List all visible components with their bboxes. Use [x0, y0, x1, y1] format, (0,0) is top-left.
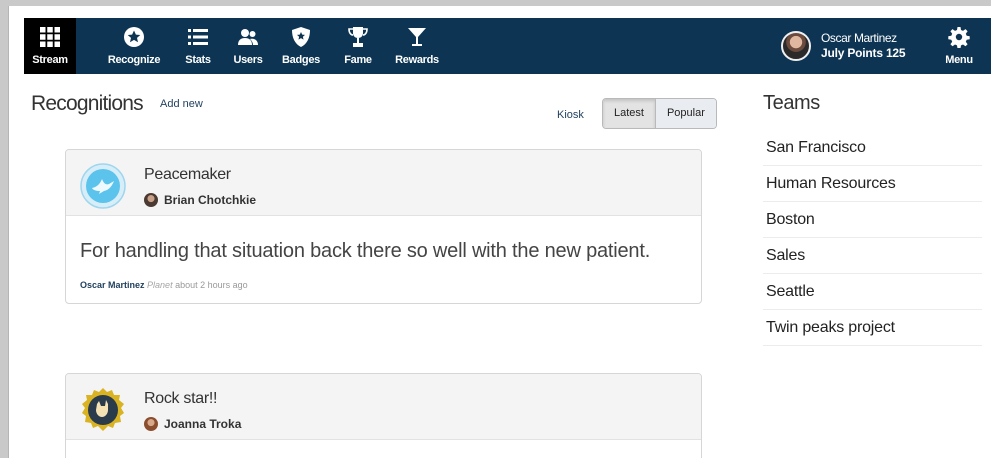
avatar: [144, 417, 158, 431]
nav-label: Recognize: [107, 54, 161, 66]
list-icon: [188, 29, 208, 45]
recipient[interactable]: Brian Chotchkie: [144, 193, 256, 207]
nav-label: Users: [233, 54, 263, 66]
nav-fame[interactable]: Fame: [342, 18, 374, 74]
team-label: Planet: [147, 280, 173, 290]
avatar: [144, 193, 158, 207]
add-new-link[interactable]: Add new: [160, 98, 203, 110]
timestamp: about 2 hours ago: [175, 280, 248, 290]
trophy-icon: [348, 27, 368, 47]
recipient-name: Brian Chotchkie: [164, 193, 257, 207]
avatar: [781, 31, 811, 61]
sort-latest-button[interactable]: Latest: [603, 99, 656, 128]
menu-button[interactable]: Menu: [939, 18, 979, 74]
nav-label: Stats: [185, 54, 211, 66]
user-profile[interactable]: Oscar Martinez July Points 125: [781, 18, 931, 74]
grid-icon: [40, 27, 60, 47]
star-circle-icon: [124, 27, 144, 47]
page-title: Recognitions: [31, 92, 144, 115]
nav-badges[interactable]: Badges: [279, 18, 323, 74]
recipient-name: Joanna Troka: [164, 417, 242, 431]
team-item[interactable]: San Francisco: [763, 130, 982, 166]
recipient[interactable]: Joanna Troka: [144, 417, 241, 431]
rock-hand-icon: [82, 388, 124, 431]
nav-label: Stream: [32, 54, 68, 66]
badge-name: Peacemaker: [144, 166, 231, 183]
users-icon: [238, 29, 258, 45]
nav-users[interactable]: Users: [230, 18, 266, 74]
nav-recognize[interactable]: Recognize: [106, 18, 162, 74]
nav-label: Menu: [945, 54, 973, 66]
profile-points: July Points 125: [821, 46, 906, 60]
sort-popular-button[interactable]: Popular: [655, 99, 716, 128]
nav-stats[interactable]: Stats: [180, 18, 216, 74]
recognition-card: Rock star!! Joanna Troka: [65, 373, 702, 458]
gear-icon: [948, 27, 970, 48]
teams-heading: Teams: [763, 92, 820, 114]
nav-label: Rewards: [395, 54, 439, 66]
shield-icon: [292, 27, 310, 47]
team-item[interactable]: Sales: [763, 238, 982, 274]
dove-icon: [80, 163, 126, 209]
nav-stream[interactable]: Stream: [24, 18, 76, 74]
team-item[interactable]: Boston: [763, 202, 982, 238]
nav-label: Fame: [344, 54, 372, 66]
top-navbar: Stream Recognize Stats Users Badges Fame…: [24, 18, 991, 74]
app-window: Stream Recognize Stats Users Badges Fame…: [8, 6, 991, 458]
card-header: Rock star!! Joanna Troka: [66, 374, 701, 440]
cocktail-icon: [408, 28, 426, 46]
nav-rewards[interactable]: Rewards: [392, 18, 442, 74]
team-list: San Francisco Human Resources Boston Sal…: [763, 130, 982, 346]
recognition-meta: Oscar Martinez Planet about 2 hours ago: [80, 280, 687, 290]
profile-name: Oscar Martinez: [821, 31, 897, 45]
sort-toggle: Latest Popular: [602, 98, 717, 129]
badge-name: Rock star!!: [144, 390, 218, 407]
recognition-message: For handling that situation back there s…: [80, 240, 651, 262]
kiosk-link[interactable]: Kiosk: [557, 109, 584, 121]
nav-label: Badges: [282, 54, 320, 66]
team-item[interactable]: Twin peaks project: [763, 310, 982, 346]
recognition-card: Peacemaker Brian Chotchkie For handling …: [65, 149, 702, 304]
card-header: Peacemaker Brian Chotchkie: [66, 150, 701, 216]
team-item[interactable]: Human Resources: [763, 166, 982, 202]
sender-link[interactable]: Oscar Martinez: [80, 280, 145, 290]
team-item[interactable]: Seattle: [763, 274, 982, 310]
